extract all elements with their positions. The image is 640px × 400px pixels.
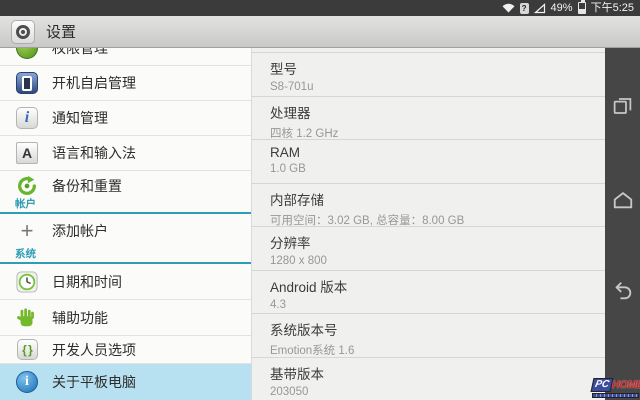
info-value: S8-701u xyxy=(270,81,593,93)
permission-manager-icon xyxy=(15,48,39,60)
sidebar-item-label: 备份和重置 xyxy=(52,176,122,196)
info-title: 系统版本号 xyxy=(270,319,593,339)
sidebar-item-label: 日期和时间 xyxy=(52,272,122,292)
sidebar-item-add-account[interactable]: + 添加帐户 xyxy=(0,214,251,248)
info-title: RAM xyxy=(270,145,593,160)
clock-text: 下午5:25 xyxy=(591,0,634,16)
developer-options-icon: { } xyxy=(15,338,39,362)
sidebar-item-notification-manager[interactable]: i 通知管理 xyxy=(0,101,251,136)
info-title: 分辨率 xyxy=(270,232,593,252)
section-header-system: 系统 xyxy=(0,248,251,264)
about-info-list: 型号 S8-701u 处理器 四核 1.2 GHz RAM 1.0 GB 内部存… xyxy=(252,52,605,400)
info-title: 基带版本 xyxy=(270,363,593,383)
watermark-url-bar xyxy=(592,393,639,398)
sidebar-item-startup-manager[interactable]: 开机自启管理 xyxy=(0,66,251,101)
sidebar-item-accessibility[interactable]: 辅助功能 xyxy=(0,300,251,336)
info-value: 可用空间：3.02 GB, 总容量：8.00 GB xyxy=(270,212,593,228)
info-row-ram[interactable]: RAM 1.0 GB xyxy=(252,140,605,184)
info-title: 内部存储 xyxy=(270,189,593,209)
info-value: 1.0 GB xyxy=(270,163,593,175)
recents-button[interactable] xyxy=(611,94,634,117)
info-value: 4.3 xyxy=(270,299,593,311)
sidebar-item-label: 语言和输入法 xyxy=(52,143,136,163)
info-row-baseband-version[interactable]: 基带版本 203050 xyxy=(252,358,605,400)
section-label: 帐户 xyxy=(15,196,36,211)
sidebar-item-label: 通知管理 xyxy=(52,108,108,128)
language-input-icon: A xyxy=(15,141,39,165)
sidebar-item-language-input[interactable]: A 语言和输入法 xyxy=(0,136,251,171)
info-row-model[interactable]: 型号 S8-701u xyxy=(252,53,605,97)
info-title: 处理器 xyxy=(270,102,593,122)
wifi-icon xyxy=(502,3,515,13)
startup-manager-icon xyxy=(15,71,39,95)
info-value: 1280 x 800 xyxy=(270,255,593,267)
settings-sidebar: 权限管理 开机自启管理 i 通知管理 A 语言和输入法 xyxy=(0,48,252,400)
no-sim-icon: ? xyxy=(520,3,529,14)
page-body: 权限管理 开机自启管理 i 通知管理 A 语言和输入法 xyxy=(0,48,640,400)
sidebar-item-label: 权限管理 xyxy=(52,48,108,58)
back-icon xyxy=(612,280,634,302)
system-nav-bar xyxy=(605,48,640,400)
info-row-android-version[interactable]: Android 版本 4.3 xyxy=(252,271,605,315)
sidebar-item-permission-manager[interactable]: 权限管理 xyxy=(0,48,251,66)
section-header-accounts: 帐户 xyxy=(0,200,251,214)
signal-triangle-icon xyxy=(534,3,546,14)
info-row-resolution[interactable]: 分辨率 1280 x 800 xyxy=(252,227,605,271)
back-button[interactable] xyxy=(611,279,634,302)
battery-percent: 49% xyxy=(551,0,573,16)
sidebar-item-label: 辅助功能 xyxy=(52,308,108,328)
sidebar-item-about-tablet[interactable]: i 关于平板电脑 xyxy=(0,364,251,400)
about-info-icon: i xyxy=(15,370,39,394)
tablet-settings-screen: ? 49% 下午5:25 设置 权限管理 开机自启管理 i xyxy=(0,0,640,400)
sidebar-item-label: 关于平板电脑 xyxy=(52,372,136,392)
home-icon xyxy=(612,189,634,211)
sidebar-item-label: 开机自启管理 xyxy=(52,73,136,93)
sidebar-item-date-time[interactable]: 日期和时间 xyxy=(0,264,251,300)
page-title: 设置 xyxy=(46,21,76,42)
info-row-internal-storage[interactable]: 内部存储 可用空间：3.02 GB, 总容量：8.00 GB xyxy=(252,184,605,228)
recents-icon xyxy=(612,95,633,116)
accessibility-hand-icon xyxy=(15,306,39,330)
add-account-plus-icon: + xyxy=(15,219,39,243)
battery-icon xyxy=(578,2,586,14)
info-value: 四核 1.2 GHz xyxy=(270,125,593,141)
settings-gear-icon xyxy=(11,20,35,44)
about-tablet-panel: 型号 S8-701u 处理器 四核 1.2 GHz RAM 1.0 GB 内部存… xyxy=(252,48,605,400)
info-title: Android 版本 xyxy=(270,276,593,296)
header: 设置 xyxy=(0,16,640,48)
date-time-clock-icon xyxy=(15,270,39,294)
watermark-home-text: HOME xyxy=(612,379,640,391)
info-row-system-version[interactable]: 系统版本号 Emotion系统 1.6 xyxy=(252,314,605,358)
notification-manager-icon: i xyxy=(15,106,39,130)
sidebar-item-developer-options[interactable]: { } 开发人员选项 xyxy=(0,336,251,364)
info-row-processor[interactable]: 处理器 四核 1.2 GHz xyxy=(252,97,605,141)
info-value: 203050 xyxy=(270,386,593,398)
sidebar-item-label: 添加帐户 xyxy=(52,221,108,241)
section-label: 系统 xyxy=(15,246,36,261)
home-button[interactable] xyxy=(611,188,634,211)
info-title: 型号 xyxy=(270,58,593,78)
watermark-pc-text: PC xyxy=(591,378,614,392)
sidebar-item-label: 开发人员选项 xyxy=(52,340,136,360)
sidebar-item-backup-reset[interactable]: 备份和重置 xyxy=(0,171,251,200)
backup-reset-icon xyxy=(15,174,39,198)
pchome-watermark: PC HOME xyxy=(592,378,639,398)
info-value: Emotion系统 1.6 xyxy=(270,342,593,358)
status-bar: ? 49% 下午5:25 xyxy=(0,0,640,16)
